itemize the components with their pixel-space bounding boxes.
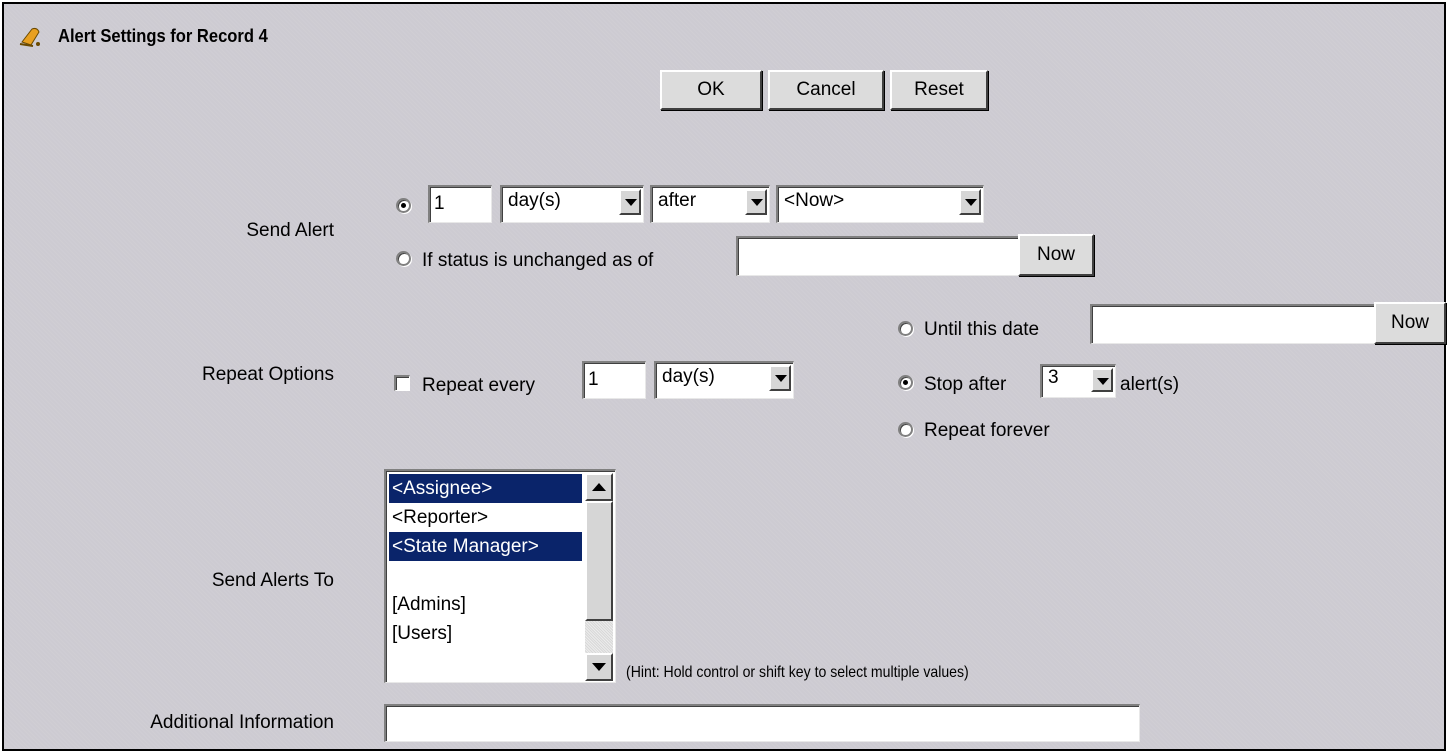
list-item[interactable]: <Assignee> [389,474,582,503]
scrollbar-thumb[interactable] [585,501,613,621]
stop-after-count-select[interactable]: 3 [1040,364,1116,398]
scroll-down-icon[interactable] [585,653,613,681]
page-title: Alert Settings for Record 4 [58,26,268,46]
cancel-button[interactable]: Cancel [768,70,884,110]
alert-settings-panel: Alert Settings for Record 4 OK Cancel Re… [2,2,1446,751]
listbox-scrollbar[interactable] [585,473,613,681]
repeat-forever-label: Repeat forever [924,420,1050,441]
repeat-unit-select[interactable]: day(s) [654,361,794,399]
send-alert-unit-value: day(s) [508,190,561,211]
repeat-every-label: Repeat every [422,375,536,396]
list-item[interactable] [389,561,582,590]
send-alert-relative-radio[interactable] [396,198,411,213]
until-date-radio[interactable] [898,321,913,336]
list-item[interactable]: [Users] [389,619,582,648]
stop-after-suffix: alert(s) [1120,374,1180,395]
until-date-label: Until this date [924,319,1040,340]
stop-after-count-value: 3 [1048,367,1059,388]
list-item[interactable]: <Reporter> [389,503,582,532]
scroll-up-icon[interactable] [585,473,613,501]
chevron-down-icon [1091,368,1113,392]
repeat-unit-value: day(s) [662,366,715,387]
send-alert-label: Send Alert [246,220,334,241]
bell-icon [19,27,40,47]
repeat-forever-radio[interactable] [898,422,913,437]
send-alert-unit-select[interactable]: day(s) [500,185,644,223]
reset-button[interactable]: Reset [890,70,988,110]
send-alert-amount-input[interactable]: 1 [428,185,492,223]
multi-select-hint: (Hint: Hold control or shift key to sele… [626,664,969,681]
send-alert-reference-value: <Now> [784,190,845,211]
status-date-input[interactable] [736,236,1022,276]
list-item[interactable]: [Admins] [389,590,582,619]
until-now-button[interactable]: Now [1374,302,1446,344]
ok-button[interactable]: OK [660,70,762,110]
status-now-button[interactable]: Now [1018,234,1094,276]
status-option-label: If status is unchanged as of [422,250,654,271]
recipients-listbox[interactable]: <Assignee> <Reporter> <State Manager> [A… [384,469,616,683]
chevron-down-icon [619,189,641,215]
stop-after-label: Stop after [924,374,1007,395]
repeat-options-label: Repeat Options [201,364,334,385]
list-item[interactable]: <State Manager> [389,532,582,561]
chevron-down-icon [959,189,981,215]
stop-after-radio[interactable] [898,375,913,390]
send-alerts-to-label: Send Alerts To [211,570,334,591]
repeat-interval-input[interactable]: 1 [582,361,646,399]
repeat-every-checkbox[interactable] [394,375,410,391]
send-alert-status-radio[interactable] [396,251,411,266]
chevron-down-icon [769,365,791,391]
chevron-down-icon [745,189,767,215]
additional-information-input[interactable] [384,704,1140,742]
send-alert-direction-select[interactable]: after [650,185,770,223]
send-alert-reference-select[interactable]: <Now> [776,185,984,223]
additional-information-label: Additional Information [150,712,334,733]
send-alert-direction-value: after [658,190,697,211]
until-date-input[interactable] [1090,304,1380,344]
